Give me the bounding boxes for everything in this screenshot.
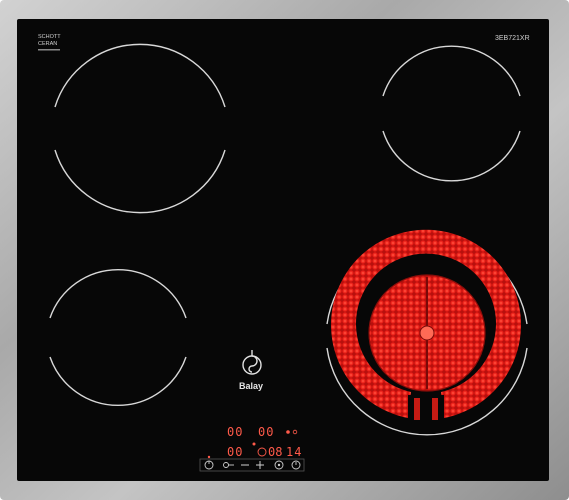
cooktop: SCHOTT CERAN 3EB721XR Balay 00 00 00 08 … [0, 0, 569, 500]
display-zone-c: 00 [227, 445, 243, 459]
model-code: 3EB721XR [495, 35, 530, 42]
glass-maker-line1: SCHOTT [38, 34, 61, 40]
display-zone-d: 08 [268, 445, 282, 459]
display-zone-a: 00 [227, 425, 243, 439]
glass-maker-line2: CERAN [38, 41, 57, 47]
brand-name: Balay [239, 381, 263, 391]
display-timer: 14 [286, 445, 302, 459]
display-zone-b: 00 [258, 425, 274, 439]
